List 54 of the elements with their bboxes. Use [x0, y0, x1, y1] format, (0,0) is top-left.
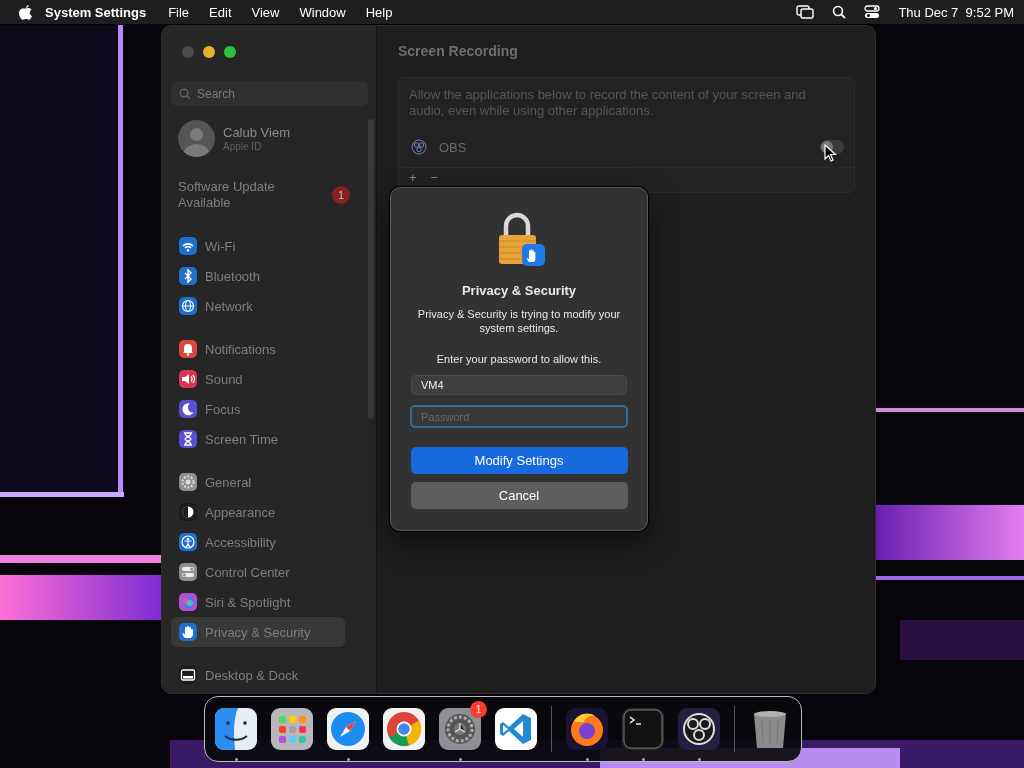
menu-item[interactable]: Window [289, 4, 356, 20]
menu-item[interactable]: Edit [199, 4, 242, 20]
search-icon[interactable] [832, 5, 847, 19]
dialog-prompt: Enter your password to allow this. [436, 353, 602, 365]
add-button[interactable]: + [409, 172, 417, 188]
aperture-icon[interactable] [678, 708, 720, 750]
menu-item[interactable]: File [158, 4, 200, 20]
app-name: OBS [439, 139, 468, 155]
zoom-button[interactable] [224, 46, 236, 58]
control-center-icon[interactable] [864, 5, 881, 19]
sidebar-item[interactable]: Accessibility [171, 527, 345, 557]
sidebar-item[interactable]: Control Center [171, 557, 345, 587]
page-title: Screen Recording [398, 43, 519, 59]
menu-item[interactable]: Help [355, 4, 403, 20]
dialog-title: Privacy & Security [461, 283, 577, 298]
scrollbar[interactable] [368, 119, 374, 419]
sidebar-item[interactable]: Network [171, 291, 345, 321]
cursor-icon [824, 144, 837, 163]
code-icon[interactable] [495, 708, 537, 750]
search-field[interactable]: Search [171, 81, 368, 106]
sidebar-item[interactable]: Sound [171, 364, 345, 394]
sidebar-item[interactable]: Wi-Fi [171, 231, 345, 261]
sidebar-item[interactable]: Bluetooth [171, 261, 345, 291]
menu-item[interactable]: View [241, 4, 290, 20]
apple-icon[interactable] [18, 3, 33, 21]
minimize-button[interactable] [203, 46, 215, 58]
grid-icon[interactable] [271, 708, 313, 750]
aperture-icon [411, 139, 427, 155]
sidebar-item[interactable]: Focus [171, 394, 345, 424]
search-icon [179, 88, 191, 100]
compass-icon[interactable] [327, 708, 369, 750]
terminal-icon[interactable] [622, 708, 664, 750]
dialog-message: Privacy & Security is trying to modify your system settings. [416, 307, 622, 335]
chrome-icon[interactable] [383, 708, 425, 750]
avatar-icon[interactable] [178, 120, 215, 157]
sidebar-item[interactable]: Siri & Spotlight [171, 587, 345, 617]
clock[interactable]: Thu Dec 7 9:52 PM [898, 4, 1014, 20]
confirm-button[interactable]: Modify Settings [410, 447, 628, 474]
app-menu[interactable]: System Settings [33, 4, 159, 20]
account-name[interactable]: Calub Viem [223, 125, 290, 140]
sidebar-item[interactable]: Appearance [171, 497, 345, 527]
software-update-item[interactable]: Software Update Available [178, 179, 298, 211]
sidebar-item[interactable]: Screen Time [171, 424, 345, 454]
remove-button[interactable]: − [430, 172, 439, 188]
face-icon[interactable] [215, 708, 257, 750]
username-field[interactable]: VM4 [411, 375, 627, 395]
sidebar-item[interactable]: Desktop & Dock [171, 660, 345, 690]
windows-icon[interactable] [796, 5, 815, 19]
sidebar-item[interactable]: Notifications [171, 334, 345, 364]
sidebar-item[interactable]: General [171, 467, 345, 497]
sidebar-item[interactable]: Privacy & Security [171, 617, 345, 647]
cancel-button[interactable]: Cancel [410, 482, 628, 509]
notification-badge: 1 [332, 186, 350, 204]
notification-badge: 1 [470, 701, 487, 718]
